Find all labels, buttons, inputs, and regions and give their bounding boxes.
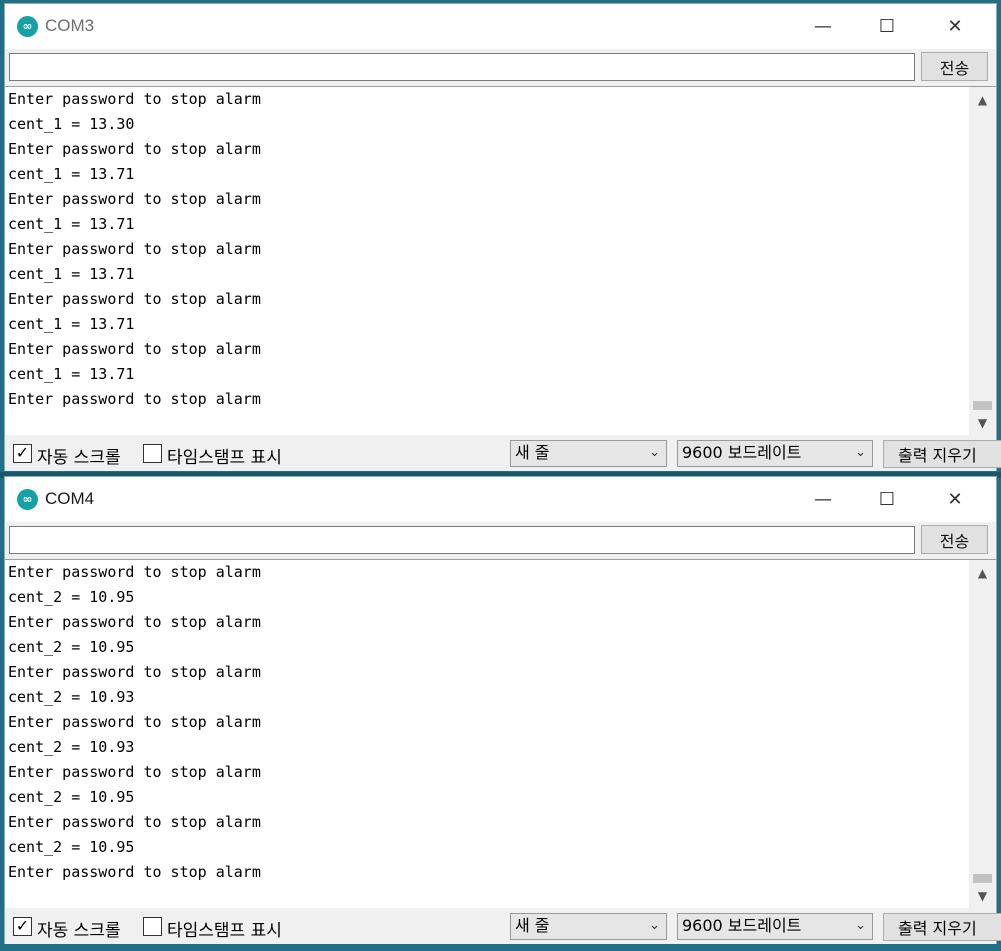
output-line: Enter password to stop alarm (8, 763, 261, 781)
output-line: Enter password to stop alarm (8, 240, 261, 258)
baud-rate-value: 9600 보드레이트 (682, 443, 802, 462)
autoscroll-checkbox[interactable]: ✓ (13, 917, 32, 936)
send-row: 전송 (5, 522, 996, 560)
serial-monitor-window-com3: ∞ COM3 — ☐ ✕ 전송 Enter password to stop a… (4, 3, 1001, 471)
output-line: Enter password to stop alarm (8, 340, 261, 358)
line-ending-select[interactable]: 새 줄 ⌄ (510, 913, 667, 940)
output-line: Enter password to stop alarm (8, 813, 261, 831)
bottom-toolbar: ✓ 자동 스크롤 타임스탬프 표시 새 줄 ⌄ 9600 보드레이트 ⌄ 출력 … (5, 435, 1001, 471)
output-line: cent_2 = 10.95 (8, 638, 135, 656)
line-ending-value: 새 줄 (515, 916, 550, 935)
baud-rate-value: 9600 보드레이트 (682, 916, 802, 935)
chevron-down-icon: ⌄ (855, 918, 866, 933)
minimize-icon[interactable]: — (800, 477, 846, 522)
output-line: cent_2 = 10.93 (8, 738, 135, 756)
line-ending-select[interactable]: 새 줄 ⌄ (510, 440, 667, 467)
window-title: COM3 (45, 16, 95, 35)
output-line: Enter password to stop alarm (8, 290, 261, 308)
output-line: cent_2 = 10.95 (8, 838, 135, 856)
maximize-icon[interactable]: ☐ (864, 477, 910, 522)
close-icon[interactable]: ✕ (932, 477, 978, 522)
scrollbar-thumb[interactable] (973, 401, 992, 410)
bottom-toolbar: ✓ 자동 스크롤 타임스탬프 표시 새 줄 ⌄ 9600 보드레이트 ⌄ 출력 … (5, 908, 1001, 944)
line-ending-value: 새 줄 (515, 443, 550, 462)
minimize-icon[interactable]: — (800, 4, 846, 49)
output-line: cent_2 = 10.95 (8, 788, 135, 806)
title-bar[interactable]: ∞ COM4 — ☐ ✕ (5, 477, 996, 522)
output-line: Enter password to stop alarm (8, 140, 261, 158)
chevron-down-icon: ⌄ (855, 445, 866, 460)
vertical-scrollbar[interactable]: ▲ ▼ (969, 87, 996, 436)
title-bar[interactable]: ∞ COM3 — ☐ ✕ (5, 4, 996, 49)
baud-rate-select[interactable]: 9600 보드레이트 ⌄ (677, 913, 873, 940)
chevron-down-icon: ⌄ (649, 445, 660, 460)
timestamp-checkbox[interactable] (143, 444, 162, 463)
output-line: cent_1 = 13.71 (8, 315, 135, 333)
serial-monitor-window-com4: ∞ COM4 — ☐ ✕ 전송 Enter password to stop a… (4, 476, 1001, 944)
output-line: cent_2 = 10.93 (8, 688, 135, 706)
chevron-down-icon[interactable]: ▼ (969, 412, 996, 434)
timestamp-label: 타임스탬프 표시 (167, 921, 282, 941)
output-lines: Enter password to stop alarm cent_2 = 10… (8, 560, 261, 885)
clear-output-button[interactable]: 출력 지우기 (883, 440, 1001, 468)
output-line: cent_1 = 13.71 (8, 365, 135, 383)
close-icon[interactable]: ✕ (932, 4, 978, 49)
output-line: Enter password to stop alarm (8, 713, 261, 731)
baud-rate-select[interactable]: 9600 보드레이트 ⌄ (677, 440, 873, 467)
output-line: cent_1 = 13.71 (8, 265, 135, 283)
send-input[interactable] (9, 526, 915, 554)
scrollbar-thumb[interactable] (973, 874, 992, 883)
output-line: Enter password to stop alarm (8, 563, 261, 581)
output-line: Enter password to stop alarm (8, 90, 261, 108)
output-line: Enter password to stop alarm (8, 663, 261, 681)
chevron-down-icon: ⌄ (649, 918, 660, 933)
output-line: Enter password to stop alarm (8, 613, 261, 631)
chevron-up-icon[interactable]: ▲ (969, 89, 996, 111)
send-button[interactable]: 전송 (921, 525, 988, 554)
output-line: Enter password to stop alarm (8, 863, 261, 881)
vertical-scrollbar[interactable]: ▲ ▼ (969, 560, 996, 909)
arduino-icon: ∞ (17, 489, 38, 510)
clear-output-button[interactable]: 출력 지우기 (883, 913, 1001, 941)
output-line: cent_1 = 13.71 (8, 165, 135, 183)
output-line: cent_2 = 10.95 (8, 588, 135, 606)
serial-output[interactable]: Enter password to stop alarm cent_1 = 13… (5, 86, 996, 437)
output-lines: Enter password to stop alarm cent_1 = 13… (8, 87, 261, 412)
maximize-icon[interactable]: ☐ (864, 4, 910, 49)
autoscroll-label: 자동 스크롤 (37, 448, 121, 468)
autoscroll-checkbox[interactable]: ✓ (13, 444, 32, 463)
serial-output[interactable]: Enter password to stop alarm cent_2 = 10… (5, 559, 996, 910)
timestamp-label: 타임스탬프 표시 (167, 448, 282, 468)
autoscroll-label: 자동 스크롤 (37, 921, 121, 941)
checkmark-icon: ✓ (15, 916, 30, 935)
chevron-up-icon[interactable]: ▲ (969, 562, 996, 584)
window-title: COM4 (45, 489, 95, 508)
chevron-down-icon[interactable]: ▼ (969, 885, 996, 907)
send-input[interactable] (9, 53, 915, 81)
send-button[interactable]: 전송 (921, 52, 988, 81)
output-line: Enter password to stop alarm (8, 190, 261, 208)
checkmark-icon: ✓ (15, 443, 30, 462)
send-row: 전송 (5, 49, 996, 87)
timestamp-checkbox[interactable] (143, 917, 162, 936)
output-line: cent_1 = 13.30 (8, 115, 135, 133)
output-line: Enter password to stop alarm (8, 390, 261, 408)
output-line: cent_1 = 13.71 (8, 215, 135, 233)
arduino-icon: ∞ (17, 16, 38, 37)
